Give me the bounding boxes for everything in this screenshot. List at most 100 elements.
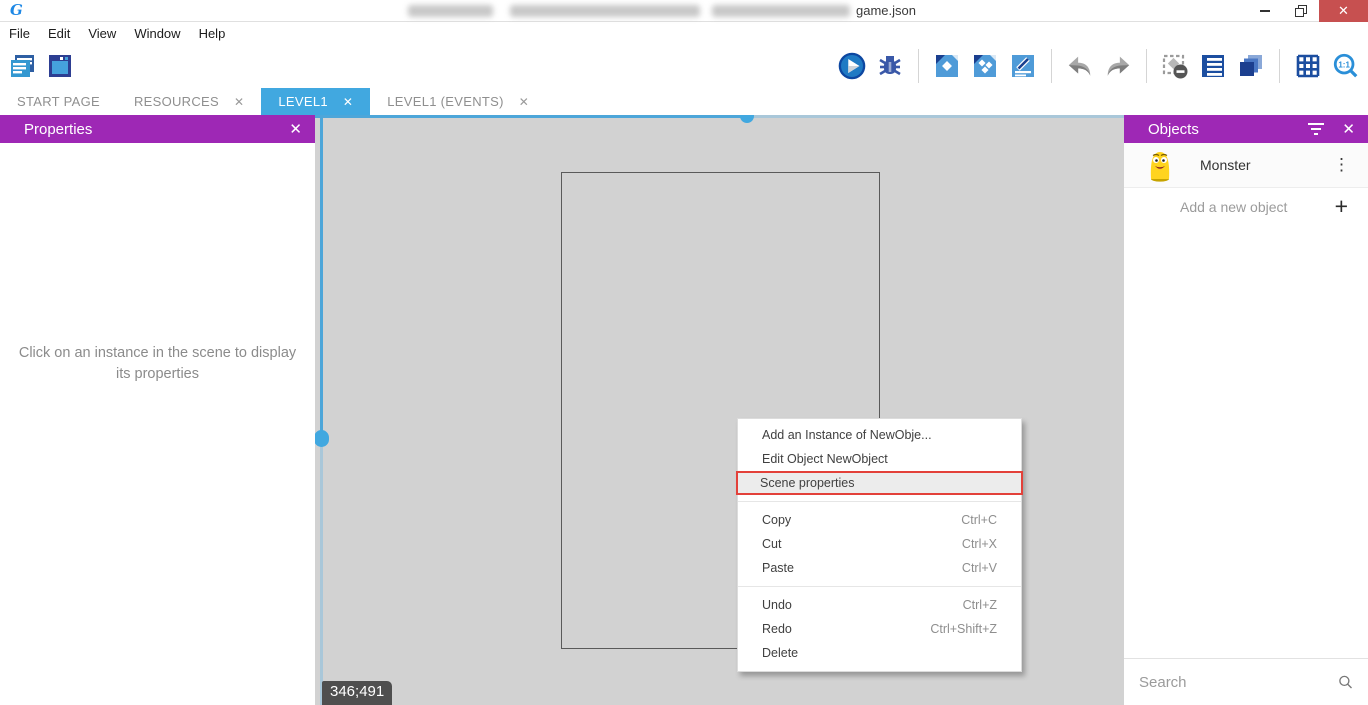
- menu-edit[interactable]: Edit: [39, 22, 79, 44]
- minimize-icon: [1260, 10, 1270, 12]
- menu-file[interactable]: File: [0, 22, 39, 44]
- monster-thumbnail-icon: [1147, 149, 1173, 182]
- objects-close-icon[interactable]: ✕: [1342, 120, 1355, 138]
- objects-search-input[interactable]: [1139, 674, 1338, 691]
- horizontal-scrollbar[interactable]: [315, 115, 747, 118]
- search-icon[interactable]: [1338, 672, 1353, 692]
- debug-bug-icon: [876, 52, 904, 80]
- properties-close-icon[interactable]: ✕: [289, 120, 302, 138]
- cursor-coordinates-badge: 346;491: [322, 681, 392, 705]
- menu-item-cut[interactable]: Cut Ctrl+X: [738, 532, 1021, 556]
- tab-level1-events[interactable]: LEVEL1 (EVENTS)✕: [370, 88, 546, 115]
- filter-icon[interactable]: [1308, 123, 1324, 135]
- add-object-button[interactable]: [933, 52, 961, 80]
- titlebar: G game.json ✕: [0, 0, 1368, 22]
- window-title-filename: game.json: [856, 3, 916, 18]
- add-objects-button[interactable]: [971, 52, 999, 80]
- window-controls: ✕: [1247, 0, 1368, 22]
- add-object-label: Add a new object: [1180, 199, 1287, 215]
- add-object-row[interactable]: Add a new object +: [1124, 188, 1368, 225]
- tab-close-icon[interactable]: ✕: [519, 95, 529, 109]
- properties-placeholder-text: Click on an instance in the scene to dis…: [0, 143, 315, 705]
- object-list-item-monster[interactable]: Monster ⋮: [1124, 143, 1368, 188]
- undo-button[interactable]: [1066, 52, 1094, 80]
- restore-button[interactable]: [1283, 0, 1319, 22]
- menu-item-copy[interactable]: Copy Ctrl+C: [738, 508, 1021, 532]
- scene-canvas[interactable]: 346;491 Add an Instance of NewObje... Ed…: [315, 115, 1124, 705]
- objects-panel-empty-space: [1124, 225, 1368, 658]
- menu-divider: [738, 586, 1021, 587]
- toolbar-divider: [1146, 49, 1147, 83]
- menu-window[interactable]: Window: [125, 22, 189, 44]
- shortcut-label: Ctrl+C: [961, 513, 997, 527]
- tab-start-page[interactable]: START PAGE: [0, 88, 117, 115]
- add-object-plus-icon[interactable]: +: [1335, 195, 1348, 218]
- properties-panel-title: Properties: [24, 121, 92, 138]
- redacted-title-text: [408, 5, 493, 17]
- redo-button[interactable]: [1104, 52, 1132, 80]
- zoom-original-button[interactable]: 1:1: [1332, 52, 1360, 80]
- tab-strip: START PAGE RESOURCES✕ LEVEL1✕ LEVEL1 (EV…: [0, 88, 1368, 115]
- horizontal-scrollbar-handle[interactable]: [740, 115, 754, 123]
- preview-button[interactable]: [838, 52, 866, 80]
- tab-close-icon[interactable]: ✕: [234, 95, 244, 109]
- grid-button[interactable]: [1294, 52, 1322, 80]
- tab-level1[interactable]: LEVEL1✕: [261, 88, 370, 115]
- properties-panel: Properties ✕ Click on an instance in the…: [0, 115, 315, 705]
- tab-close-icon[interactable]: ✕: [343, 95, 353, 109]
- add-object-icon: [933, 52, 961, 80]
- properties-panel-header: Properties ✕: [0, 115, 315, 143]
- toolbar-left-group: [8, 52, 74, 80]
- svg-text:1:1: 1:1: [1338, 60, 1350, 69]
- menu-item-undo[interactable]: Undo Ctrl+Z: [738, 593, 1021, 617]
- start-page-icon: [46, 52, 74, 80]
- layers-icon: [1237, 52, 1265, 80]
- menu-divider: [738, 501, 1021, 502]
- menu-item-paste[interactable]: Paste Ctrl+V: [738, 556, 1021, 580]
- start-page-button[interactable]: [46, 52, 74, 80]
- edit-scene-button[interactable]: [1009, 52, 1037, 80]
- instances-list-icon: [1199, 52, 1227, 80]
- vertical-scrollbar[interactable]: [320, 438, 323, 705]
- objects-panel: Objects ✕ Monster ⋮ Add a new object +: [1124, 115, 1368, 705]
- project-manager-button[interactable]: [8, 52, 36, 80]
- shortcut-label: Ctrl+Shift+Z: [930, 622, 997, 636]
- menu-item-add-instance[interactable]: Add an Instance of NewObje...: [738, 423, 1021, 447]
- menu-item-edit-object[interactable]: Edit Object NewObject: [738, 447, 1021, 471]
- undo-icon: [1066, 53, 1094, 79]
- instances-list-button[interactable]: [1199, 52, 1227, 80]
- redacted-title-text: [712, 5, 850, 17]
- restore-icon: [1295, 5, 1307, 17]
- tab-resources[interactable]: RESOURCES✕: [117, 88, 261, 115]
- preview-play-icon: [838, 51, 866, 81]
- toolbar: 1:1: [0, 44, 1368, 88]
- menu-view[interactable]: View: [79, 22, 125, 44]
- menu-help[interactable]: Help: [190, 22, 235, 44]
- vertical-scrollbar-handle[interactable]: [315, 430, 329, 447]
- main-area: Properties ✕ Click on an instance in the…: [0, 115, 1368, 705]
- delete-instances-button[interactable]: [1161, 52, 1189, 80]
- menu-item-redo[interactable]: Redo Ctrl+Shift+Z: [738, 617, 1021, 641]
- gdevelop-logo-icon: G: [10, 3, 23, 18]
- close-button[interactable]: ✕: [1319, 0, 1368, 22]
- zoom-1-1-icon: 1:1: [1332, 51, 1360, 81]
- minimize-button[interactable]: [1247, 0, 1283, 22]
- layers-button[interactable]: [1237, 52, 1265, 80]
- menu-item-scene-properties[interactable]: Scene properties: [736, 471, 1023, 495]
- toolbar-divider: [1051, 49, 1052, 83]
- objects-panel-title: Objects: [1148, 121, 1199, 138]
- context-menu: Add an Instance of NewObje... Edit Objec…: [737, 418, 1022, 672]
- shortcut-label: Ctrl+Z: [963, 598, 997, 612]
- shortcut-label: Ctrl+X: [962, 537, 997, 551]
- object-options-kebab-icon[interactable]: ⋮: [1333, 155, 1350, 175]
- toolbar-divider: [1279, 49, 1280, 83]
- grid-icon: [1294, 52, 1322, 80]
- shortcut-label: Ctrl+V: [962, 561, 997, 575]
- redo-icon: [1104, 53, 1132, 79]
- redacted-title-text: [510, 5, 700, 17]
- debug-button[interactable]: [876, 52, 904, 80]
- horizontal-scrollbar[interactable]: [747, 115, 1124, 118]
- toolbar-divider: [918, 49, 919, 83]
- menu-item-delete[interactable]: Delete: [738, 641, 1021, 665]
- vertical-scrollbar[interactable]: [320, 115, 323, 438]
